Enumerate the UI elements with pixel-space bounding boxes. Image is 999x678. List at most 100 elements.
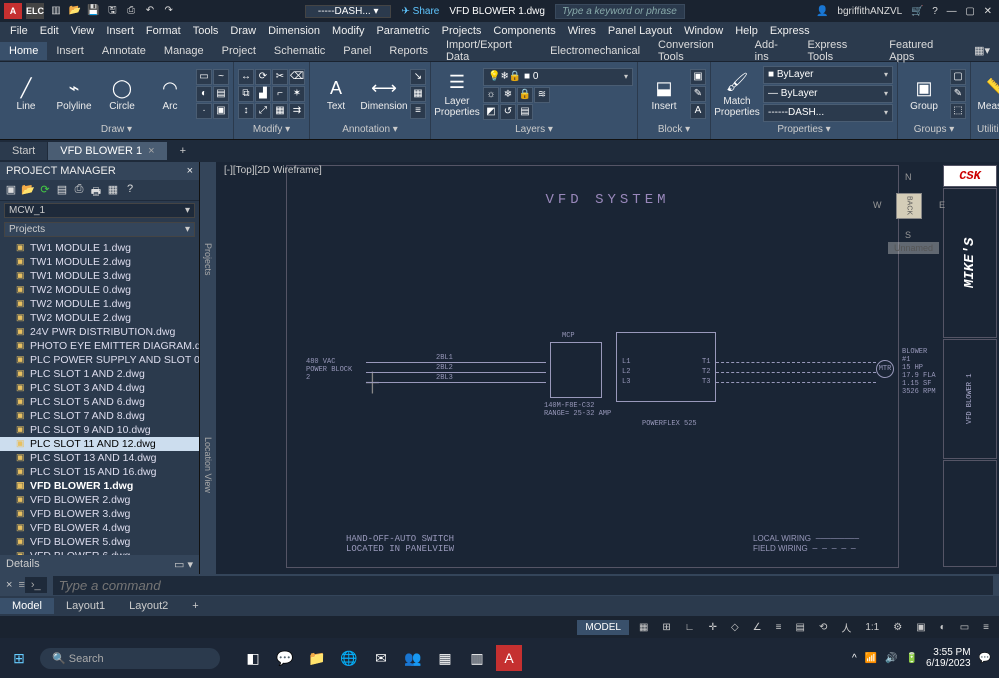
dimension-button[interactable]: ⟷Dimension	[362, 73, 406, 114]
status-annoscale-icon[interactable]: 人	[837, 619, 855, 636]
status-isolate-icon[interactable]: ▣	[912, 621, 929, 634]
viewcube-face[interactable]: BACK	[896, 193, 922, 219]
pm-help-icon[interactable]: ?	[123, 183, 137, 197]
pm-file-item[interactable]: PLC SLOT 3 AND 4.dwg	[0, 381, 199, 395]
status-osnap-icon[interactable]: ◇	[727, 621, 743, 634]
taskbar-app1-icon[interactable]: ▦	[432, 645, 458, 671]
tray-chevron-icon[interactable]: ^	[852, 653, 857, 664]
pm-details-label[interactable]: Details	[6, 558, 40, 571]
pm-file-item[interactable]: VFD BLOWER 5.dwg	[0, 535, 199, 549]
ribbon-tab-schematic[interactable]: Schematic	[265, 42, 334, 60]
ribbon-tab-annotate[interactable]: Annotate	[93, 42, 155, 60]
pm-file-item[interactable]: PLC SLOT 13 AND 14.dwg	[0, 451, 199, 465]
cmdline-close-icon[interactable]: ×	[6, 579, 12, 591]
qat-undo-icon[interactable]: ↶	[143, 5, 157, 19]
pm-file-item[interactable]: VFD BLOWER 6.dwg	[0, 549, 199, 555]
panel-title-utilities[interactable]: Utilities ▾	[975, 123, 999, 137]
ellipse-icon[interactable]: ◐	[196, 86, 212, 102]
status-model-button[interactable]: MODEL	[577, 620, 629, 635]
close-tab-icon[interactable]: ×	[148, 145, 154, 157]
share-button[interactable]: ✈ Share	[401, 6, 439, 17]
pm-file-item[interactable]: TW1 MODULE 2.dwg	[0, 255, 199, 269]
viewcube[interactable]: N S W E BACK	[879, 176, 939, 236]
text-button[interactable]: AText	[314, 73, 358, 114]
qat-save-icon[interactable]: 💾	[87, 5, 101, 19]
layout-tab-model[interactable]: Model	[0, 598, 54, 614]
copy-icon[interactable]: ⧉	[238, 86, 254, 102]
status-lwt-icon[interactable]: ≡	[772, 621, 786, 634]
polyline-button[interactable]: ⌁Polyline	[52, 73, 96, 114]
linetype-quick[interactable]: -----DASH... ▾	[305, 5, 392, 18]
drawing-canvas[interactable]: [-][Top][2D Wireframe] ┼ VFD SYSTEM 480 …	[216, 162, 999, 574]
status-hardware-icon[interactable]: ◐	[936, 621, 950, 634]
pm-publish-icon[interactable]: ⎙	[72, 183, 86, 197]
line-button[interactable]: ╱Line	[4, 73, 48, 114]
linetype-combo[interactable]: ------DASH...▾	[763, 104, 893, 122]
qat-plot-icon[interactable]: ⎙	[124, 5, 138, 19]
fillet-icon[interactable]: ⌐	[272, 86, 288, 102]
group-button[interactable]: ▣Group	[902, 73, 946, 114]
panel-title-groups[interactable]: Groups ▾	[902, 123, 966, 137]
pm-file-item[interactable]: VFD BLOWER 4.dwg	[0, 521, 199, 535]
group-edit-icon[interactable]: ✎	[950, 86, 966, 102]
explode-icon[interactable]: ✶	[289, 86, 305, 102]
status-grid-icon[interactable]: ▦	[635, 621, 652, 634]
layer-state-icon[interactable]: ▤	[517, 104, 533, 120]
array-icon[interactable]: ▦	[272, 103, 288, 119]
close-button[interactable]: ✕	[984, 6, 992, 17]
layer-prev-icon[interactable]: ↺	[500, 104, 516, 120]
arc-button[interactable]: ◠Arc	[148, 73, 192, 114]
signin-icon[interactable]: 👤	[816, 6, 828, 17]
layout-tab-2[interactable]: Layout2	[117, 598, 180, 614]
taskbar-autocad-icon[interactable]: A	[496, 645, 522, 671]
layer-match-icon[interactable]: ≋	[534, 87, 550, 103]
panel-title-modify[interactable]: Modify ▾	[238, 123, 305, 137]
palette-tab-location[interactable]: Location View	[203, 429, 213, 501]
erase-icon[interactable]: ⌫	[289, 69, 305, 85]
taskbar-outlook-icon[interactable]: ✉	[368, 645, 394, 671]
taskbar-chat-icon[interactable]: 💬	[272, 645, 298, 671]
insert-block-button[interactable]: ⬓Insert	[642, 73, 686, 114]
panel-title-properties[interactable]: Properties ▾	[715, 123, 893, 137]
pm-file-item[interactable]: PHOTO EYE EMITTER DIAGRAM.dwg	[0, 339, 199, 353]
status-clean-icon[interactable]: ▭	[956, 621, 973, 634]
command-input[interactable]	[53, 576, 993, 595]
menu-edit[interactable]: Edit	[34, 25, 65, 37]
tray-notifications-icon[interactable]: 💬	[979, 653, 991, 664]
leader-icon[interactable]: ↘	[410, 69, 426, 85]
spline-icon[interactable]: ~	[213, 69, 229, 85]
pm-zip-icon[interactable]: ▦	[106, 183, 120, 197]
pm-file-item[interactable]: PLC SLOT 9 AND 10.dwg	[0, 423, 199, 437]
status-ortho-icon[interactable]: ∟	[681, 621, 699, 634]
ribbon-tab-panel[interactable]: Panel	[334, 42, 380, 60]
pm-file-tree[interactable]: TW1 MODULE 1.dwgTW1 MODULE 2.dwgTW1 MODU…	[0, 239, 199, 555]
tray-battery-icon[interactable]: 🔋	[906, 653, 918, 664]
user-name[interactable]: bgriffithANZVL	[837, 6, 902, 17]
ribbon-tab-insert[interactable]: Insert	[47, 42, 93, 60]
ribbon-tab-import-export[interactable]: Import/Export Data	[437, 36, 541, 66]
measure-button[interactable]: 📏Measure	[975, 73, 999, 114]
pm-file-item[interactable]: 24V PWR DISTRIBUTION.dwg	[0, 325, 199, 339]
pm-file-item[interactable]: PLC SLOT 11 AND 12.dwg	[0, 437, 199, 451]
doc-tab-start[interactable]: Start	[0, 142, 47, 160]
qat-saveas-icon[interactable]: 🖫	[105, 3, 119, 17]
viewport-label[interactable]: [-][Top][2D Wireframe]	[224, 165, 322, 176]
status-transparency-icon[interactable]: ▤	[791, 621, 808, 634]
ribbon-tab-home[interactable]: Home	[0, 42, 47, 60]
create-block-icon[interactable]: ▣	[690, 69, 706, 85]
pm-file-item[interactable]: TW2 MODULE 1.dwg	[0, 297, 199, 311]
ribbon-tab-electromechanical[interactable]: Electromechanical	[541, 42, 649, 60]
pm-new-icon[interactable]: ▣	[4, 183, 18, 197]
pm-section-header[interactable]: Projects▾	[4, 222, 195, 237]
ribbon-tab-conversion[interactable]: Conversion Tools	[649, 36, 746, 66]
ribbon-tab-more-icon[interactable]: ▦▾	[965, 41, 999, 60]
pm-project-combo[interactable]: MCW_1▾	[4, 203, 195, 218]
ribbon-tab-addins[interactable]: Add-ins	[746, 36, 799, 66]
pm-file-item[interactable]: PLC SLOT 1 AND 2.dwg	[0, 367, 199, 381]
status-otrack-icon[interactable]: ∠	[749, 621, 766, 634]
pm-file-item[interactable]: VFD BLOWER 1.dwg	[0, 479, 199, 493]
match-properties-button[interactable]: 🖌Match Properties	[715, 68, 759, 120]
layer-combo[interactable]: 💡❄🔒 ■ 0▾	[483, 68, 633, 86]
pm-refresh-icon[interactable]: ⟳	[38, 183, 52, 197]
menu-dimension[interactable]: Dimension	[262, 25, 326, 37]
